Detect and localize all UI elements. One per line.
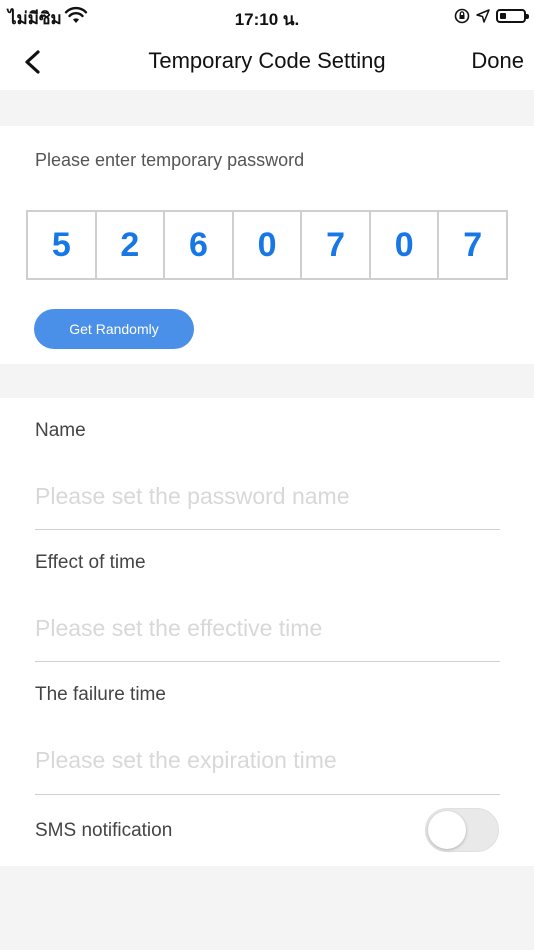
- code-digit[interactable]: 7: [302, 212, 371, 278]
- failure-time-label: The failure time: [35, 684, 166, 705]
- battery-icon: [496, 9, 529, 23]
- temporary-code-section: Please enter temporary password 5 2 6 0 …: [0, 126, 534, 364]
- code-digit[interactable]: 0: [234, 212, 303, 278]
- divider: [35, 661, 500, 662]
- code-digit[interactable]: 6: [165, 212, 234, 278]
- orientation-lock-icon: [454, 8, 470, 24]
- code-input-box[interactable]: 5 2 6 0 7 0 7: [26, 210, 508, 280]
- divider: [35, 529, 500, 530]
- get-randomly-button[interactable]: Get Randomly: [34, 309, 194, 349]
- done-button[interactable]: Done: [471, 48, 524, 74]
- divider: [35, 794, 500, 795]
- location-arrow-icon: [476, 9, 490, 23]
- sms-notification-toggle[interactable]: [425, 808, 499, 852]
- effective-time-input[interactable]: [35, 608, 500, 648]
- code-digit[interactable]: 2: [97, 212, 166, 278]
- code-digit[interactable]: 0: [371, 212, 440, 278]
- toggle-knob: [428, 811, 466, 849]
- page-title: Temporary Code Setting: [148, 48, 386, 73]
- status-bar: ไม่มีซิม 17:10 น.: [0, 0, 534, 34]
- code-digit[interactable]: 5: [28, 212, 97, 278]
- status-indicators: [454, 6, 529, 26]
- password-details-form: Name Effect of time The failure time SMS…: [0, 398, 534, 866]
- name-label: Name: [35, 420, 86, 441]
- effect-time-label: Effect of time: [35, 552, 146, 573]
- code-digit[interactable]: 7: [439, 212, 506, 278]
- password-name-input[interactable]: [35, 476, 500, 516]
- expiration-time-input[interactable]: [35, 740, 500, 780]
- sms-notification-label: SMS notification: [35, 820, 173, 841]
- code-label: Please enter temporary password: [35, 150, 305, 170]
- nav-bar: Temporary Code Setting Done: [0, 34, 534, 90]
